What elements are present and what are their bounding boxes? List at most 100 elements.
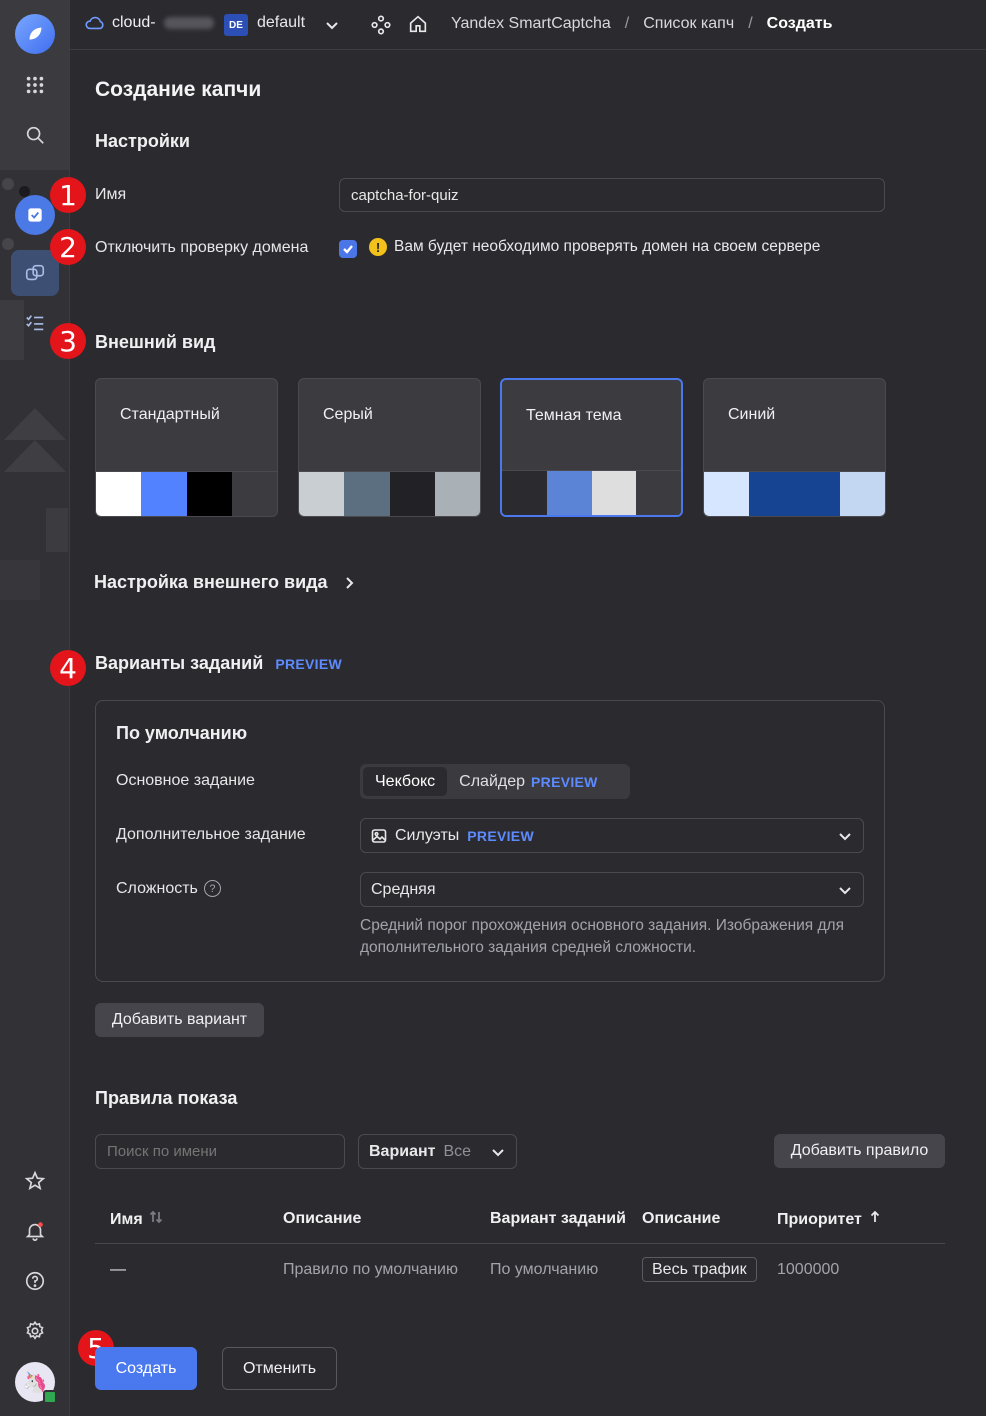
- color-swatch: [186, 472, 232, 516]
- question-help-icon[interactable]: ?: [203, 880, 221, 898]
- theme-name: Стандартный: [120, 406, 220, 423]
- decor-triangle: [4, 408, 66, 440]
- difficulty-label: Сложность: [116, 880, 198, 897]
- column-label: Имя: [110, 1210, 143, 1228]
- task-variants-title: Варианты заданий: [95, 653, 264, 673]
- decor-block: [0, 300, 24, 360]
- color-swatch: [96, 472, 142, 516]
- cancel-button[interactable]: Отменить: [222, 1347, 337, 1390]
- theme-swatches: [502, 470, 681, 515]
- column-header-description: Описание: [283, 1210, 362, 1227]
- color-swatch: [434, 472, 480, 516]
- cloud-name: cloud-: [112, 14, 156, 31]
- checklist-icon[interactable]: [20, 308, 50, 338]
- extra-task-value: Силуэты: [395, 826, 460, 844]
- home-icon[interactable]: [407, 13, 429, 35]
- theme-card[interactable]: Темная тема: [500, 378, 683, 517]
- domain-warning-text: Вам будет необходимо проверять домен на …: [394, 238, 821, 255]
- create-button[interactable]: Создать: [95, 1347, 197, 1390]
- captcha-list-icon[interactable]: [11, 250, 59, 296]
- theme-swatches: [704, 471, 885, 516]
- resources-nodes-icon[interactable]: [370, 14, 392, 36]
- annotation-marker-3: 3: [50, 323, 86, 359]
- column-header-name[interactable]: Имя: [110, 1210, 163, 1229]
- settings-section-title: Настройки: [95, 131, 190, 151]
- difficulty-hint: Средний порог прохождения основного зада…: [360, 917, 844, 956]
- add-rule-button[interactable]: Добавить правило: [774, 1134, 945, 1168]
- sort-ascending-arrow-icon: [868, 1210, 882, 1229]
- table-divider: [95, 1243, 945, 1244]
- chevron-right-icon: [345, 576, 353, 589]
- add-variant-button[interactable]: Добавить вариант: [95, 1003, 264, 1037]
- favorites-star-icon[interactable]: [19, 1165, 51, 1197]
- preview-badge: PREVIEW: [467, 827, 534, 844]
- column-header-variant: Вариант заданий: [490, 1210, 626, 1227]
- theme-card[interactable]: Серый: [298, 378, 481, 517]
- search-icon[interactable]: [19, 119, 51, 151]
- preview-badge: PREVIEW: [531, 773, 598, 790]
- theme-name: Серый: [323, 406, 373, 423]
- cloud-selector[interactable]: cloud-: [84, 14, 214, 32]
- preview-badge: PREVIEW: [275, 655, 342, 672]
- marker-shadow-dot: [19, 186, 30, 197]
- settings-gear-icon[interactable]: [19, 1315, 51, 1347]
- column-header-priority[interactable]: Приоритет: [777, 1210, 882, 1229]
- color-swatch: [141, 472, 187, 516]
- yandex-cloud-logo-icon[interactable]: [15, 14, 55, 54]
- rule-variant-cell: По умолчанию: [490, 1261, 599, 1278]
- theme-card[interactable]: Стандартный: [95, 378, 278, 517]
- customize-appearance-link[interactable]: Настройка внешнего вида: [94, 572, 356, 593]
- page-title: Создание капчи: [95, 78, 262, 101]
- folder-name[interactable]: default: [257, 14, 305, 32]
- disable-domain-check-checkbox[interactable]: [339, 240, 357, 258]
- variant-filter-select[interactable]: Вариант Все: [358, 1134, 517, 1169]
- option-label: Слайдер: [459, 772, 526, 790]
- appearance-section-title: Внешний вид: [95, 332, 216, 352]
- annotation-marker-1: 1: [50, 177, 86, 213]
- color-swatch: [704, 472, 750, 516]
- decor-dot: [2, 238, 14, 250]
- chevron-down-icon[interactable]: [324, 17, 340, 33]
- theme-name: Синий: [728, 406, 776, 423]
- chevron-down-icon: [837, 828, 853, 844]
- task-variants-heading: Варианты заданий PREVIEW: [95, 653, 342, 674]
- color-swatch: [546, 471, 592, 515]
- breadcrumb-service[interactable]: Yandex SmartCaptcha: [451, 15, 611, 33]
- help-icon[interactable]: [19, 1265, 51, 1297]
- theme-name: Темная тема: [526, 407, 622, 424]
- color-swatch: [794, 472, 840, 516]
- theme-swatches: [96, 471, 277, 516]
- rule-search-input[interactable]: [95, 1134, 345, 1169]
- main-task-segmented-control: Чекбокс Слайдер PREVIEW: [360, 764, 630, 799]
- breadcrumb-current: Создать: [766, 15, 833, 32]
- rule-priority-cell: 1000000: [777, 1261, 840, 1278]
- column-label: Приоритет: [777, 1210, 862, 1228]
- cloud-name-redacted: [163, 17, 214, 29]
- customize-appearance-label: Настройка внешнего вида: [94, 572, 328, 592]
- breadcrumb: Yandex SmartCaptcha / Список капч / Созд…: [451, 15, 832, 33]
- extra-task-label: Дополнительное задание: [116, 826, 306, 843]
- variant-title: По умолчанию: [116, 723, 248, 743]
- difficulty-select[interactable]: Средняя: [360, 872, 864, 907]
- theme-card[interactable]: Синий: [703, 378, 886, 517]
- main-task-option-checkbox[interactable]: Чекбокс: [363, 767, 448, 796]
- difficulty-value: Средняя: [371, 880, 436, 898]
- decor-block: [0, 560, 40, 600]
- breadcrumb-captcha-list[interactable]: Список капч: [643, 15, 734, 33]
- sort-icon: [149, 1210, 163, 1229]
- warning-icon: !: [369, 238, 387, 256]
- color-swatch: [344, 472, 390, 516]
- main-task-option-slider[interactable]: Слайдер PREVIEW: [447, 767, 610, 796]
- captcha-name-input[interactable]: [339, 178, 885, 212]
- image-icon: [371, 828, 387, 844]
- folder-region-badge: DE: [224, 14, 248, 36]
- smartcaptcha-service-icon[interactable]: [15, 195, 55, 235]
- user-avatar[interactable]: 🦄: [15, 1362, 57, 1404]
- color-swatch: [636, 471, 681, 515]
- avatar-status-badge: [43, 1390, 57, 1404]
- cloud-icon: [85, 16, 104, 30]
- extra-task-select[interactable]: Силуэты PREVIEW: [360, 818, 864, 853]
- checkmark-icon: [343, 245, 353, 254]
- services-grid-icon[interactable]: [19, 69, 51, 101]
- notifications-bell-icon[interactable]: [19, 1215, 51, 1247]
